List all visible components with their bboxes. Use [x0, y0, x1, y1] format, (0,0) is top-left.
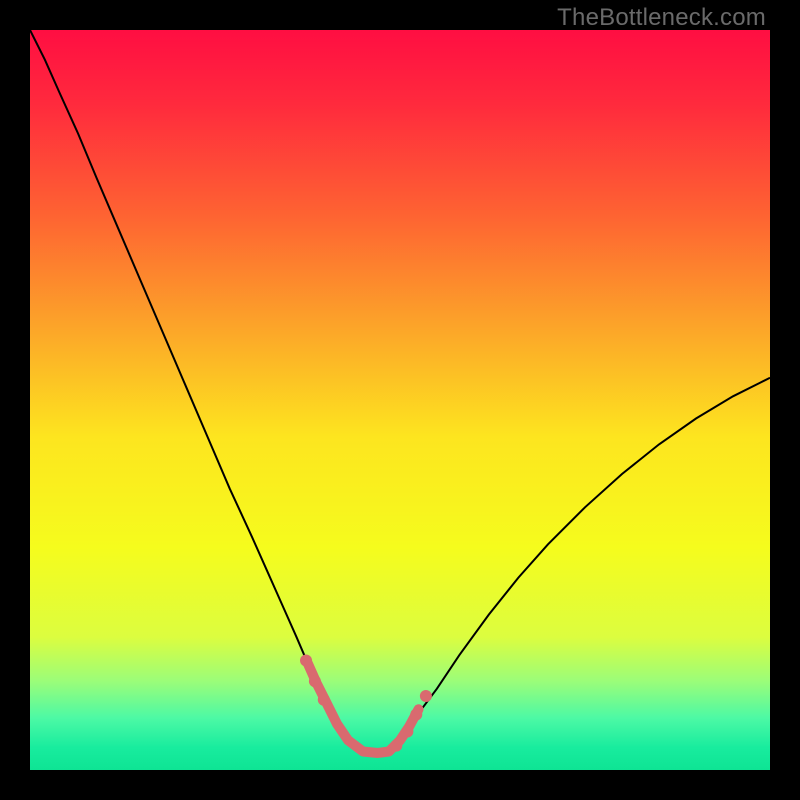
highlight-dot — [318, 694, 330, 706]
chart-frame: TheBottleneck.com — [0, 0, 800, 800]
chart-svg — [30, 30, 770, 770]
plot-area — [30, 30, 770, 770]
highlight-dot — [309, 675, 321, 687]
gradient-background — [30, 30, 770, 770]
highlight-dot — [401, 726, 413, 738]
highlight-dot — [390, 740, 402, 752]
watermark-text: TheBottleneck.com — [557, 4, 766, 32]
highlight-dot — [410, 709, 422, 721]
highlight-dot — [300, 654, 312, 666]
highlight-dot — [420, 690, 432, 702]
